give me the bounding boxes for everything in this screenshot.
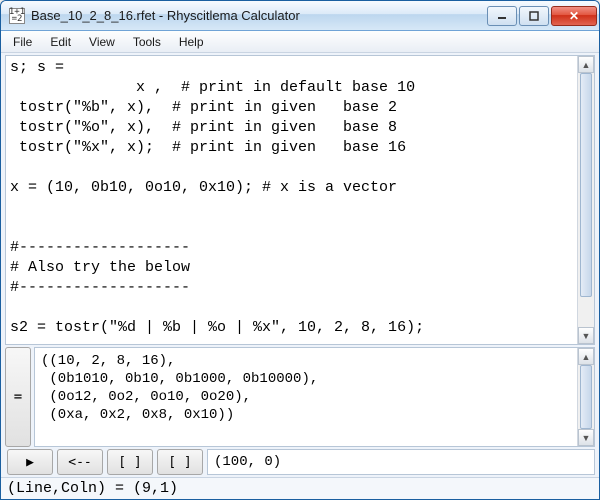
output-row: = ((10, 2, 8, 16), (0b1010, 0b10, 0b1000… [5,347,595,447]
evaluate-button[interactable]: = [5,347,31,447]
window-title: Base_10_2_8_16.rfet - Rhyscitlema Calcul… [31,8,485,23]
app-icon: 1+1 =2 [9,8,25,24]
output-scrollbar[interactable]: ▲ ▼ [577,348,594,446]
window-controls: ✕ [485,6,597,26]
run-button[interactable]: ▶ [7,449,53,475]
minimize-button[interactable] [487,6,517,26]
maximize-icon [529,11,539,21]
back-button[interactable]: <-- [57,449,103,475]
scroll-up-button[interactable]: ▲ [578,348,594,365]
statusbar: (Line,Coln) = (9,1) [1,477,599,499]
cursor-position: (Line,Coln) = (9,1) [7,480,178,497]
titlebar[interactable]: 1+1 =2 Base_10_2_8_16.rfet - Rhyscitlema… [1,1,599,31]
close-button[interactable]: ✕ [551,6,597,26]
menu-file[interactable]: File [5,33,40,51]
menubar: File Edit View Tools Help [1,31,599,53]
scroll-up-button[interactable]: ▲ [578,56,594,73]
code-editor[interactable]: s; s = x , # print in default base 10 to… [6,56,577,344]
scroll-thumb[interactable] [580,73,592,297]
toolbar-display[interactable]: (100, 0) [207,449,595,475]
app-window: 1+1 =2 Base_10_2_8_16.rfet - Rhyscitlema… [0,0,600,500]
menu-edit[interactable]: Edit [42,33,79,51]
scroll-track[interactable] [578,73,594,327]
minimize-icon [497,11,507,21]
bracket-button-2[interactable]: [ ] [157,449,203,475]
client-area: s; s = x , # print in default base 10 to… [1,53,599,477]
scroll-down-button[interactable]: ▼ [578,429,594,446]
menu-help[interactable]: Help [171,33,212,51]
menu-tools[interactable]: Tools [125,33,169,51]
output-pane: ((10, 2, 8, 16), (0b1010, 0b10, 0b1000, … [34,347,595,447]
maximize-button[interactable] [519,6,549,26]
close-icon: ✕ [569,9,579,23]
scroll-down-button[interactable]: ▼ [578,327,594,344]
bracket-button-1[interactable]: [ ] [107,449,153,475]
code-editor-pane: s; s = x , # print in default base 10 to… [5,55,595,345]
editor-scrollbar[interactable]: ▲ ▼ [577,56,594,344]
scroll-thumb[interactable] [580,365,592,429]
output-text[interactable]: ((10, 2, 8, 16), (0b1010, 0b10, 0b1000, … [35,348,577,446]
toolbar-row: ▶ <-- [ ] [ ] (100, 0) [5,449,595,475]
menu-view[interactable]: View [81,33,123,51]
scroll-track[interactable] [578,365,594,429]
